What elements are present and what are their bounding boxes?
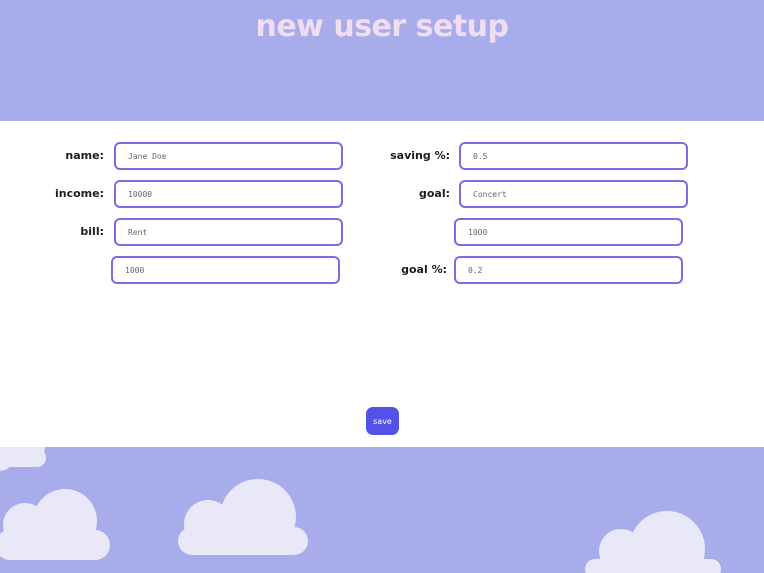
name-field[interactable] xyxy=(114,142,343,170)
saving-percent-label: saving %: xyxy=(390,149,450,162)
page-title: new user setup xyxy=(255,9,509,44)
bill-label: bill: xyxy=(80,225,104,238)
goal-amount-field[interactable] xyxy=(454,218,683,246)
footer-banner xyxy=(0,447,764,573)
income-field[interactable] xyxy=(114,180,343,208)
cloud-icon xyxy=(0,447,46,471)
name-label: name: xyxy=(65,149,104,162)
cloud-icon xyxy=(0,489,110,560)
cloud-icon xyxy=(585,511,721,573)
header-banner: new user setup xyxy=(0,0,764,121)
cloud-icon xyxy=(178,479,308,555)
goal-label: goal: xyxy=(418,187,450,200)
bill-name-field[interactable] xyxy=(114,218,343,246)
goal-percent-field[interactable] xyxy=(454,256,683,284)
saving-percent-field[interactable] xyxy=(459,142,688,170)
goal-percent-label: goal %: xyxy=(401,263,447,276)
bill-amount-field[interactable] xyxy=(111,256,340,284)
save-button[interactable]: save xyxy=(366,407,399,435)
goal-name-field[interactable] xyxy=(459,180,688,208)
income-label: income: xyxy=(54,187,104,200)
